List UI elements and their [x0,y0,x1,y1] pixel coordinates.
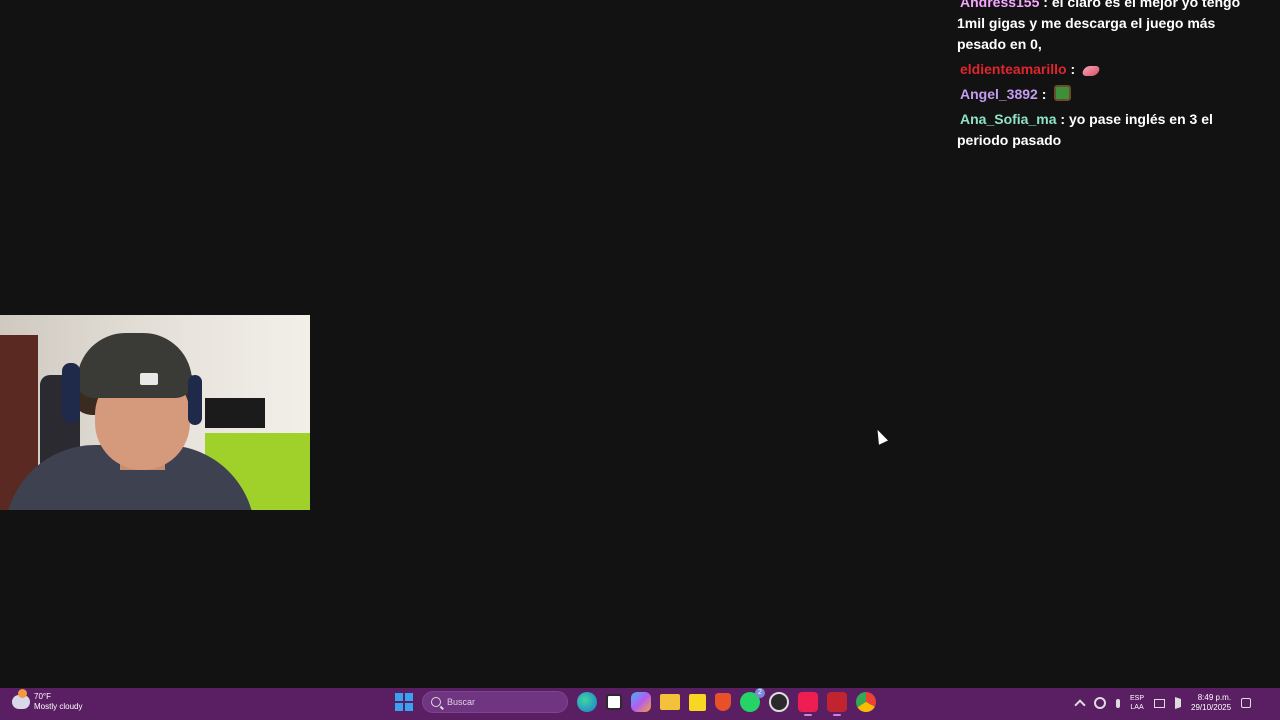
headset-left [62,363,80,423]
cap-logo [140,373,158,385]
whatsapp-badge: 2 [755,688,765,698]
weather-temp: 70°F [34,692,51,701]
file-explorer-icon[interactable] [660,694,680,710]
weather-condition: Mostly cloudy [34,702,83,711]
sticky-notes-icon[interactable] [689,693,706,711]
taskbar: 70°F Mostly cloudy Buscar 2 ESP LAA 8:49… [0,688,1280,720]
language-secondary: LAA [1130,704,1144,711]
taskbar-apps: Buscar 2 [395,688,876,716]
sync-icon[interactable] [1094,697,1106,709]
clock-date: 29/10/2025 [1191,703,1232,712]
chat-username: Ana_Sofia_ma [960,111,1057,127]
chat-username: Andress155 [960,0,1040,10]
chevron-up-icon[interactable] [1074,699,1086,711]
microsoft-store-icon[interactable] [606,694,622,710]
chat-message: Ana_Sofia_ma : yo pase inglés en 3 el pe… [957,111,1213,148]
chat-username: eldienteamarillo [960,61,1067,77]
clock[interactable]: 8:49 p.m. 29/10/2025 [1191,693,1231,713]
hand-emote-icon [1081,66,1101,76]
streaming-app-icon[interactable] [827,692,847,716]
chat-message: Andress155 : el claro es el mejor yo ten… [957,0,1267,55]
search-icon [431,697,441,707]
webcam-headboard [205,398,265,428]
mouse-cursor-icon [873,427,888,445]
copilot-icon[interactable] [631,692,651,712]
display-icon[interactable] [1154,698,1166,708]
chat-username: Angel_3892 [960,86,1038,102]
language-primary: ESP [1130,695,1145,702]
search-box[interactable]: Buscar [422,691,568,713]
pepe-emote-icon [1054,85,1072,101]
chat-overlay: Andress155 : el claro es el mejor yo ten… [957,0,1267,155]
edge-icon[interactable] [577,692,597,712]
webcam-feed [0,315,310,510]
whatsapp-icon[interactable]: 2 [740,688,765,712]
clock-time: 8:49 p.m. [1197,693,1232,702]
chrome-icon[interactable] [856,692,876,712]
language-indicator[interactable]: ESP LAA [1130,694,1144,712]
weather-widget[interactable]: 70°F Mostly cloudy [12,689,82,712]
obs-icon[interactable] [769,692,789,712]
weather-text: 70°F Mostly cloudy [34,692,82,712]
chat-message: Angel_3892 : [957,84,1267,105]
brave-icon[interactable] [715,693,731,711]
system-tray: ESP LAA 8:49 p.m. 29/10/2025 [1074,693,1252,713]
notification-icon[interactable] [1241,698,1252,708]
headset-right [188,375,202,425]
partly-cloudy-icon [12,689,30,709]
tiktok-live-icon[interactable] [798,692,818,716]
search-placeholder: Buscar [447,697,476,707]
windows-start-icon[interactable] [395,693,413,711]
chat-message: eldienteamarillo : [957,59,1267,80]
volume-icon[interactable] [1175,697,1182,709]
microphone-icon[interactable] [1116,698,1120,708]
